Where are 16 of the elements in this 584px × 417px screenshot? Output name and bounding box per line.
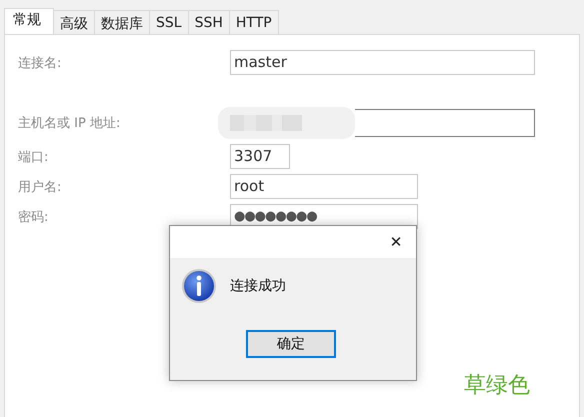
annotation-text: 草绿色 [464, 372, 530, 400]
field-label: 连接名: [17, 54, 62, 72]
ok-button[interactable]: 确定 [246, 330, 336, 358]
field-label: 端口: [17, 148, 50, 166]
field-label: 主机名或 IP 地址: [17, 115, 122, 132]
input-field[interactable]: 3307 [230, 144, 290, 169]
message-text: 连接成功 [230, 277, 286, 295]
input-field[interactable]: root [230, 174, 418, 199]
field-label: 密码: [17, 208, 50, 226]
input-field[interactable]: master [230, 50, 535, 75]
info-icon [181, 268, 217, 304]
tab[interactable]: HTTP [228, 10, 279, 34]
input-field[interactable] [355, 109, 535, 137]
tab[interactable]: 常规 [4, 8, 54, 34]
close-button[interactable]: ✕ [376, 226, 416, 258]
field-label: 用户名: [17, 178, 62, 196]
